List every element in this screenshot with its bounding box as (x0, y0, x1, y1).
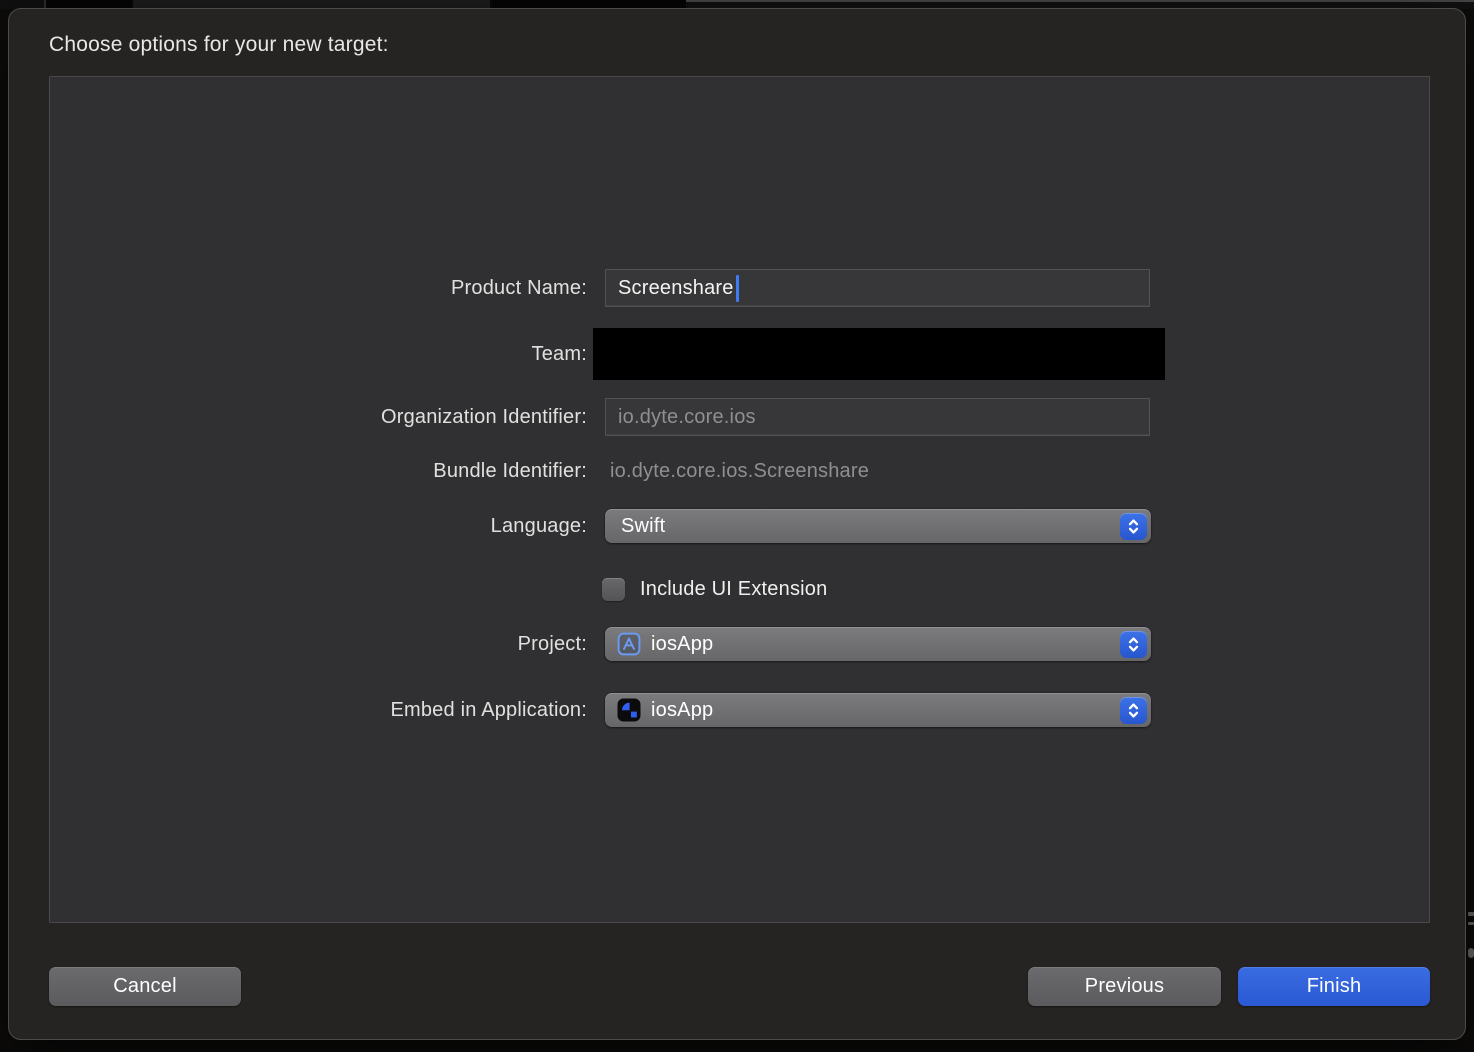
options-panel: Product Name: Screenshare Team: Organiza… (49, 76, 1430, 923)
organization-identifier-field[interactable]: io.dyte.core.ios (605, 398, 1150, 436)
background-artifact (1468, 912, 1474, 916)
include-ui-extension-checkbox[interactable] (602, 578, 625, 601)
product-name-value: Screenshare (618, 277, 734, 300)
language-row: Language: Swift (50, 509, 1431, 543)
up-down-chevrons-icon[interactable] (1120, 697, 1147, 724)
team-label: Team: (50, 343, 587, 366)
project-label: Project: (50, 633, 587, 656)
embed-in-application-row: Embed in Application: iosApp (50, 693, 1431, 727)
embed-in-application-value: iosApp (651, 699, 713, 722)
language-value: Swift (621, 515, 665, 538)
background-artifact (1468, 922, 1474, 925)
up-down-chevrons-icon[interactable] (1120, 513, 1147, 540)
finish-button[interactable]: Finish (1238, 967, 1430, 1006)
product-name-row: Product Name: Screenshare (50, 269, 1431, 307)
team-dropdown-redacted[interactable] (593, 328, 1165, 380)
app-bundle-icon (617, 698, 641, 722)
embed-in-application-popup[interactable]: iosApp (605, 693, 1151, 727)
dialog-title: Choose options for your new target: (49, 30, 389, 59)
up-down-chevrons-icon[interactable] (1120, 631, 1147, 658)
xcode-project-icon (617, 632, 641, 656)
bundle-identifier-label: Bundle Identifier: (50, 460, 587, 483)
new-target-options-dialog: Choose options for your new target: Prod… (8, 8, 1466, 1040)
bundle-identifier-row: Bundle Identifier: io.dyte.core.ios.Scre… (50, 456, 1431, 486)
text-cursor (736, 275, 739, 302)
organization-identifier-value: io.dyte.core.ios (618, 406, 756, 429)
background-artifact (1468, 948, 1474, 958)
project-row: Project: iosApp (50, 627, 1431, 661)
language-popup[interactable]: Swift (605, 509, 1151, 543)
project-popup[interactable]: iosApp (605, 627, 1151, 661)
bundle-identifier-value: io.dyte.core.ios.Screenshare (610, 460, 869, 483)
language-label: Language: (50, 515, 587, 538)
include-ui-extension-label[interactable]: Include UI Extension (640, 578, 827, 601)
organization-identifier-row: Organization Identifier: io.dyte.core.io… (50, 398, 1431, 436)
embed-in-application-label: Embed in Application: (50, 699, 587, 722)
team-row: Team: (50, 328, 1431, 380)
project-value: iosApp (651, 633, 713, 656)
include-ui-extension-row: Include UI Extension (50, 576, 1431, 602)
product-name-label: Product Name: (50, 277, 587, 300)
product-name-field[interactable]: Screenshare (605, 269, 1150, 307)
cancel-button[interactable]: Cancel (49, 967, 241, 1006)
organization-identifier-label: Organization Identifier: (50, 406, 587, 429)
previous-button[interactable]: Previous (1028, 967, 1221, 1006)
